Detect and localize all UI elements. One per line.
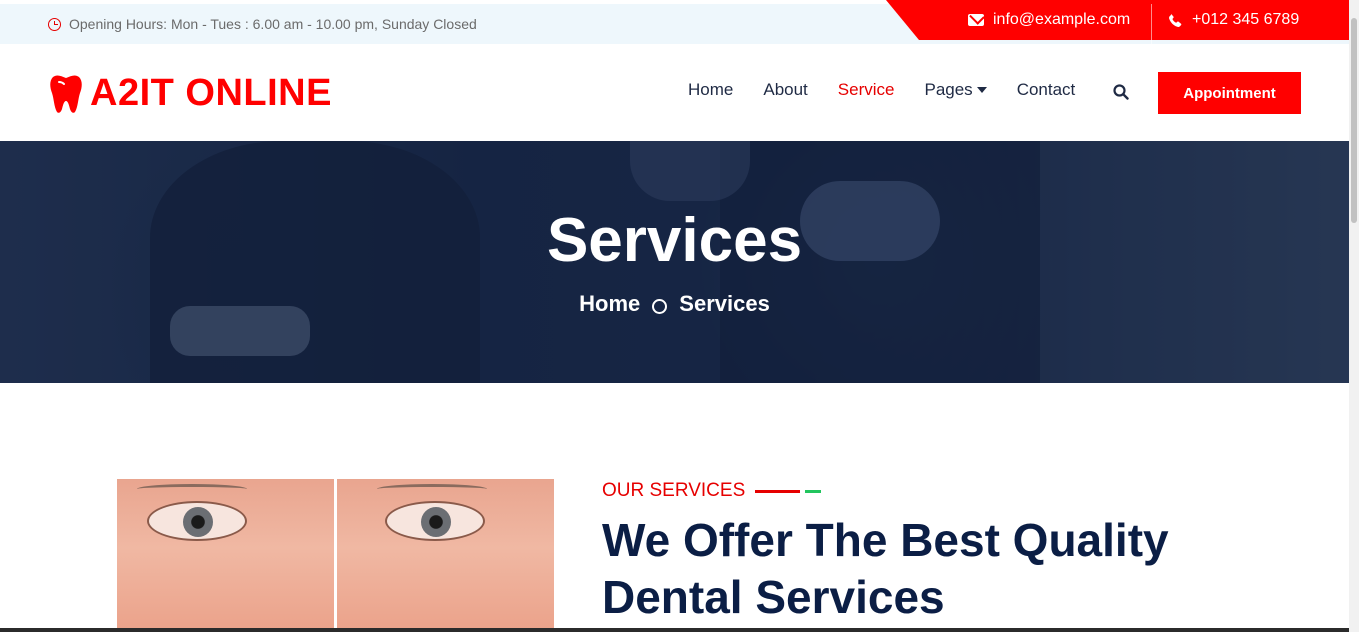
nav-item-service[interactable]: Service — [838, 80, 895, 100]
scrollbar-thumb[interactable] — [1351, 18, 1357, 223]
nav-item-pages[interactable]: Pages — [924, 80, 987, 100]
nav-item-contact[interactable]: Contact — [1017, 80, 1076, 100]
eyebrow-shape — [137, 484, 247, 494]
breadcrumb: Home Services — [0, 291, 1349, 317]
iris-shape — [421, 507, 451, 537]
nav-menu: Home About Service Pages Contact — [688, 80, 1075, 100]
brand-name: A2IT ONLINE — [90, 72, 332, 114]
service-image-left — [117, 479, 334, 632]
section-subtitle: OUR SERVICES — [602, 480, 822, 502]
search-button[interactable] — [1113, 84, 1129, 105]
bottom-edge — [0, 628, 1349, 632]
search-icon — [1113, 84, 1129, 100]
service-image-right — [337, 479, 554, 632]
phone-link[interactable]: +012 345 6789 — [1168, 0, 1299, 40]
clock-icon — [48, 17, 61, 31]
eye-shape — [385, 501, 485, 541]
breadcrumb-separator-icon — [652, 298, 668, 314]
opening-hours: Opening Hours: Mon - Tues : 6.00 am - 10… — [48, 4, 477, 44]
nav-item-pages-label: Pages — [924, 80, 973, 99]
tooth-icon — [50, 74, 82, 113]
nav-item-about[interactable]: About — [763, 80, 807, 100]
breadcrumb-home[interactable]: Home — [579, 291, 640, 317]
breadcrumb-current: Services — [679, 291, 770, 316]
subtitle-line-green — [805, 489, 822, 493]
subtitle-line-red — [755, 489, 801, 493]
envelope-icon — [968, 14, 984, 26]
main-navbar: A2IT ONLINE Home About Service Pages Con… — [0, 44, 1349, 141]
section-headline: We Offer The Best Quality Dental Service… — [602, 514, 1169, 623]
nav-item-home[interactable]: Home — [688, 80, 733, 100]
brand-logo[interactable]: A2IT ONLINE — [48, 72, 332, 115]
opening-hours-text: Opening Hours: Mon - Tues : 6.00 am - 10… — [69, 16, 477, 32]
eye-shape — [147, 501, 247, 541]
eyebrow-shape — [377, 484, 487, 494]
iris-shape — [183, 507, 213, 537]
service-image — [117, 479, 554, 632]
section-subtitle-text: OUR SERVICES — [602, 480, 746, 501]
phone-icon — [1169, 13, 1182, 27]
contact-divider — [1151, 4, 1152, 44]
caret-down-icon — [976, 87, 987, 93]
appointment-button[interactable]: Appointment — [1158, 72, 1301, 114]
phone-text: +012 345 6789 — [1192, 11, 1300, 28]
email-text: info@example.com — [993, 11, 1131, 28]
page-hero: Services Home Services — [0, 141, 1349, 383]
page-title: Services — [546, 206, 803, 275]
email-link[interactable]: info@example.com — [968, 0, 1130, 40]
